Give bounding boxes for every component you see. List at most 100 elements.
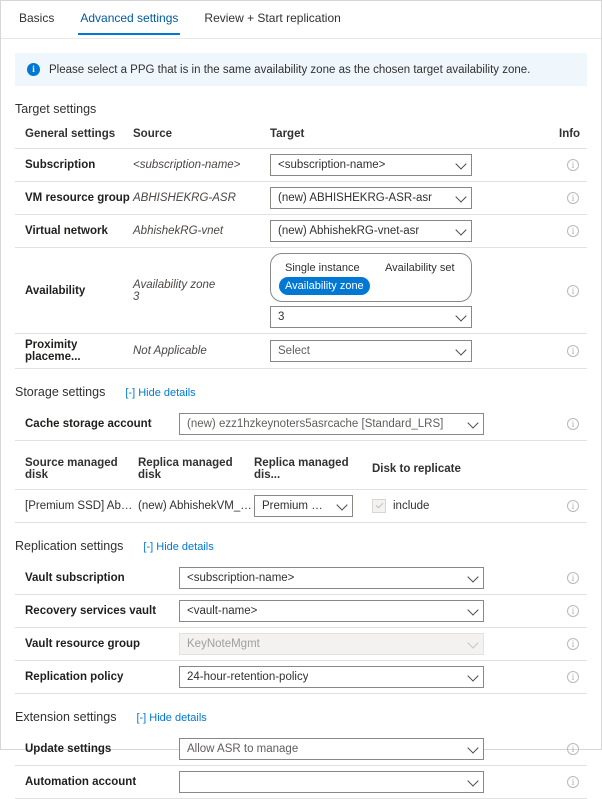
row-label-availability: Availability <box>15 248 133 334</box>
row-info-subscription: i <box>559 149 587 182</box>
replication-settings-section: Replication settings [-] Hide details Va… <box>1 523 601 694</box>
row-label-proximity-placement: Proximity placeme... <box>15 334 133 369</box>
table-header-row: General settings Source Target Info <box>15 125 587 149</box>
info-icon: i <box>27 63 40 76</box>
row-source-proximity-placement: Not Applicable <box>133 334 270 369</box>
info-icon[interactable]: i <box>567 776 579 788</box>
row-target-cell-vm-resource-group: (new) ABHISHEKRG-ASR-asr <box>270 182 559 215</box>
dropdown-value: (new) AbhishekRG-vnet-asr <box>278 225 419 237</box>
dropdown-availability-zone-number[interactable]: 3 <box>270 306 472 328</box>
replication-settings-header: Replication settings [-] Hide details <box>15 523 587 562</box>
dropdown-value: (new) ezz1hzkeynoters5asrcache [Standard… <box>187 418 443 430</box>
table-row-automation-account: Automation account i <box>15 766 587 799</box>
replication-hide-details-link[interactable]: [-] Hide details <box>143 541 213 553</box>
disk-table-header-row: Source managed disk Replica managed disk… <box>15 454 587 490</box>
dropdown-value: 3 <box>278 311 284 323</box>
checkbox-include-disk[interactable] <box>372 499 386 513</box>
info-icon[interactable]: i <box>567 225 579 237</box>
section-title: Storage settings <box>15 385 105 399</box>
row-label-subscription: Subscription <box>15 149 133 182</box>
row-label-cache-storage-account: Cache storage account <box>15 408 179 441</box>
storage-hide-details-link[interactable]: [-] Hide details <box>125 387 195 399</box>
row-label-vault-resource-group: Vault resource group <box>15 628 179 661</box>
row-info-vault-subscription: i <box>559 562 587 595</box>
dropdown-automation-account[interactable] <box>179 771 484 793</box>
col-replica-managed-disk: Replica managed disk <box>138 454 254 490</box>
chevron-down-icon <box>467 637 478 648</box>
info-icon[interactable]: i <box>567 743 579 755</box>
info-icon[interactable]: i <box>567 285 579 297</box>
tab-advanced-settings[interactable]: Advanced settings <box>78 9 180 35</box>
chevron-down-icon <box>467 775 478 786</box>
info-icon[interactable]: i <box>567 418 579 430</box>
checkbox-label-include: include <box>393 500 429 512</box>
row-label-replication-policy: Replication policy <box>15 661 179 694</box>
row-target-cell-proximity-placement: Select <box>270 334 559 369</box>
disk-source-name: [Premium SSD] Abhis... <box>15 490 138 523</box>
info-icon[interactable]: i <box>567 500 579 512</box>
info-icon[interactable]: i <box>567 671 579 683</box>
info-icon[interactable]: i <box>567 192 579 204</box>
storage-settings-header: Storage settings [-] Hide details <box>15 369 587 408</box>
disk-row-info: i <box>559 490 587 523</box>
row-info-cache-storage-account: i <box>559 408 587 441</box>
hide-label: Hide details <box>149 712 206 724</box>
hide-prefix: [-] <box>136 712 146 724</box>
row-source-virtual-network: AbhishekRG-vnet <box>133 215 270 248</box>
disk-table-row: [Premium SSD] Abhis... (new) AbhishekVM_… <box>15 490 587 523</box>
row-info-automation-account: i <box>559 766 587 799</box>
dropdown-recovery-services-vault[interactable]: <vault-name> <box>179 600 484 622</box>
section-title: Target settings <box>15 102 96 116</box>
dropdown-replication-policy[interactable]: 24-hour-retention-policy <box>179 666 484 688</box>
row-source-vm-resource-group: ABHISHEKRG-ASR <box>133 182 270 215</box>
extension-settings-header: Extension settings [-] Hide details <box>15 694 587 733</box>
storage-settings-section: Storage settings [-] Hide details Cache … <box>1 369 601 523</box>
target-settings-header: Target settings <box>15 86 587 125</box>
col-replica-managed-disk-type: Replica managed dis... <box>254 454 372 490</box>
row-value-cell-update-settings: Allow ASR to manage <box>179 733 559 766</box>
info-icon[interactable]: i <box>567 605 579 617</box>
row-value-cell-replication-policy: 24-hour-retention-policy <box>179 661 559 694</box>
col-info: Info <box>559 125 587 149</box>
dropdown-target-proximity-placement[interactable]: Select <box>270 340 472 362</box>
info-icon[interactable]: i <box>567 572 579 584</box>
col-source: Source <box>133 125 270 149</box>
chevron-down-icon <box>455 344 466 355</box>
dropdown-cache-storage-account[interactable]: (new) ezz1hzkeynoters5asrcache [Standard… <box>179 413 484 435</box>
dropdown-value: Select <box>278 345 310 357</box>
choice-availability-zone[interactable]: Availability zone <box>279 277 370 295</box>
tab-review-start-replication[interactable]: Review + Start replication <box>202 9 342 35</box>
dropdown-disk-type[interactable]: Premium SSD <box>254 495 353 517</box>
choice-single-instance[interactable]: Single instance <box>279 259 366 277</box>
info-icon[interactable]: i <box>567 159 579 171</box>
row-value-cell-cache-storage-account: (new) ezz1hzkeynoters5asrcache [Standard… <box>179 408 559 441</box>
info-icon[interactable]: i <box>567 345 579 357</box>
extension-hide-details-link[interactable]: [-] Hide details <box>136 712 206 724</box>
dropdown-value: Allow ASR to manage <box>187 743 298 755</box>
choice-availability-set[interactable]: Availability set <box>379 259 461 277</box>
info-icon[interactable]: i <box>567 638 579 650</box>
disk-include-cell: include <box>372 490 559 523</box>
dropdown-target-subscription[interactable]: <subscription-name> <box>270 154 472 176</box>
dropdown-target-virtual-network[interactable]: (new) AbhishekRG-vnet-asr <box>270 220 472 242</box>
table-row-vault-resource-group: Vault resource group KeyNoteMgmt i <box>15 628 587 661</box>
disk-type-cell: Premium SSD <box>254 490 372 523</box>
table-row-proximity-placement: Proximity placeme... Not Applicable Sele… <box>15 334 587 369</box>
dropdown-vault-subscription[interactable]: <subscription-name> <box>179 567 484 589</box>
info-banner-text: Please select a PPG that is in the same … <box>49 64 530 76</box>
extension-settings-section: Extension settings [-] Hide details Upda… <box>1 694 601 799</box>
row-source-availability: Availability zone 3 <box>133 248 270 334</box>
dropdown-update-settings[interactable]: Allow ASR to manage <box>179 738 484 760</box>
row-target-cell-virtual-network: (new) AbhishekRG-vnet-asr <box>270 215 559 248</box>
tab-bar: Basics Advanced settings Review + Start … <box>1 1 601 39</box>
table-row-update-settings: Update settings Allow ASR to manage i <box>15 733 587 766</box>
row-target-cell-availability: Single instance Availability set Availab… <box>270 248 559 334</box>
row-value-cell-automation-account <box>179 766 559 799</box>
target-settings-table: General settings Source Target Info Subs… <box>15 125 587 369</box>
tab-basics[interactable]: Basics <box>17 9 56 35</box>
target-settings-section: Target settings General settings Source … <box>1 86 601 369</box>
dropdown-target-vm-resource-group[interactable]: (new) ABHISHEKRG-ASR-asr <box>270 187 472 209</box>
table-row-vm-resource-group: VM resource group ABHISHEKRG-ASR (new) A… <box>15 182 587 215</box>
row-value-cell-recovery-services-vault: <vault-name> <box>179 595 559 628</box>
info-banner: i Please select a PPG that is in the sam… <box>15 53 587 86</box>
